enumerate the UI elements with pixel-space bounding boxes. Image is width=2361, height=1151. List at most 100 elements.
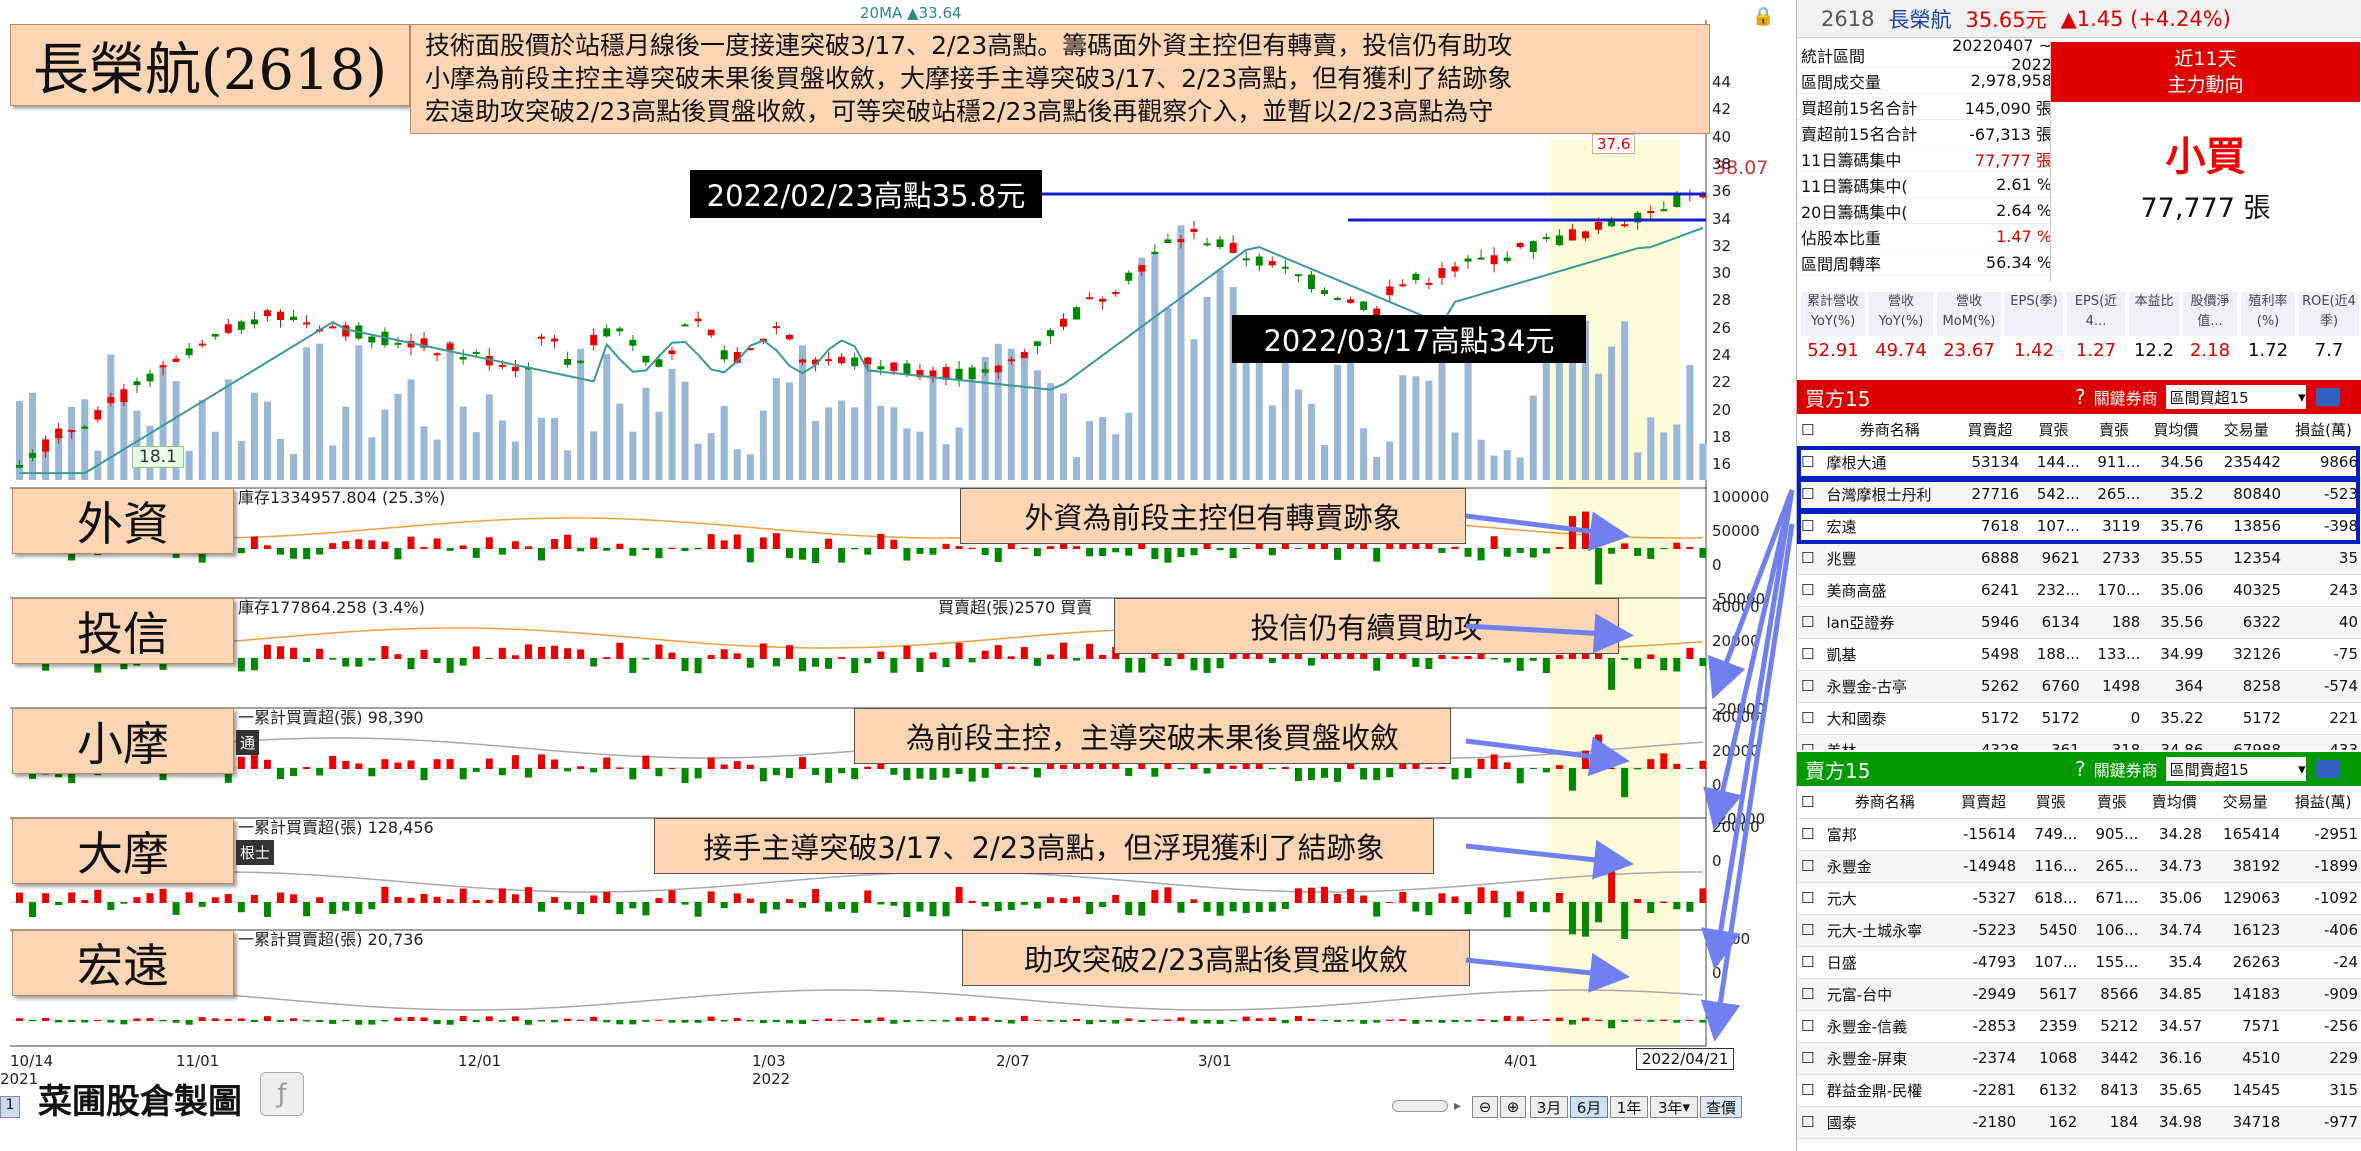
row-checkbox[interactable]: ☐ — [1797, 818, 1823, 851]
candle — [1516, 242, 1524, 248]
broker-row[interactable]: ☐ 元富-台中 -2949 5617 8566 34.85 14183 -909 — [1797, 978, 2361, 1011]
key-broker-link[interactable]: 關鍵券商 — [2094, 757, 2158, 781]
column-header[interactable]: 買張 — [2023, 414, 2084, 447]
chip-bar — [642, 548, 650, 551]
row-checkbox[interactable]: ☐ — [1797, 606, 1823, 639]
stock-name[interactable]: 長榮航 — [1888, 4, 1951, 34]
zoom-slider[interactable] — [1392, 1100, 1448, 1112]
candle — [94, 410, 102, 420]
select-all-checkbox[interactable]: ☐ — [1797, 414, 1823, 447]
row-checkbox[interactable]: ☐ — [1797, 1106, 1823, 1139]
row-checkbox[interactable]: ☐ — [1797, 914, 1823, 947]
broker-row[interactable]: ☐ 永豐金-屏東 -2374 1068 3442 36.16 4510 229 — [1797, 1042, 2361, 1075]
chip-bar — [1686, 546, 1694, 549]
chip-bar — [1621, 768, 1629, 798]
broker-row[interactable]: ☐ 兆豐 6888 9621 2733 35.55 12354 35 — [1797, 542, 2361, 575]
panel-axis-tick: 5000 — [1712, 930, 1751, 948]
select-all-checkbox[interactable]: ☐ — [1797, 786, 1823, 819]
column-header[interactable]: 交易量 — [2206, 786, 2285, 819]
broker-row[interactable]: ☐ 凱基 5498 188... 133... 34.99 32126 -75 — [1797, 638, 2361, 671]
broker-cell: -75 — [2284, 638, 2361, 671]
column-header[interactable]: 買賣超 — [1956, 414, 2024, 447]
row-checkbox[interactable]: ☐ — [1797, 850, 1823, 883]
chip-bar — [564, 534, 572, 549]
page-tab-1[interactable]: 1 — [0, 1096, 20, 1118]
volume-bar — [290, 453, 298, 480]
zoom-out-button[interactable]: ⊖ — [1472, 1096, 1498, 1118]
chip-bar — [1464, 768, 1472, 778]
broker-row[interactable]: ☐ 永豐金-信義 -2853 2359 5212 34.57 7571 -256 — [1797, 1010, 2361, 1043]
panel-axis-tick: 0 — [1712, 776, 1722, 794]
row-checkbox[interactable]: ☐ — [1797, 1042, 1823, 1075]
chip-bar — [968, 1015, 976, 1021]
lock-icon[interactable]: 🔒 — [1752, 6, 1774, 27]
broker-row[interactable]: ☐ 國泰 -2180 162 184 34.98 34718 -977 — [1797, 1106, 2361, 1139]
help-icon[interactable]: ? — [2075, 385, 2086, 409]
broker-row[interactable]: ☐ 元大 -5327 618... 671... 35.06 129063 -1092 — [1797, 882, 2361, 915]
chip-bar — [929, 652, 937, 659]
range-3m-button[interactable]: 3月 — [1530, 1096, 1568, 1118]
column-header[interactable]: 交易量 — [2207, 414, 2285, 447]
high-feb-label: 2022/02/23高點35.8元 — [690, 170, 1042, 218]
range-3y-button[interactable]: 3年 ▾ — [1650, 1096, 1698, 1118]
broker-row[interactable]: ☐ lan亞證券 5946 6134 188 35.56 6322 40 — [1797, 606, 2361, 639]
help-icon[interactable]: ? — [2075, 757, 2086, 781]
column-header[interactable]: 賣均價 — [2142, 786, 2206, 819]
volume-bar — [1399, 375, 1407, 480]
play-icon[interactable]: ▸ — [1454, 1098, 1461, 1114]
edit-icon[interactable]: ƒ — [260, 1072, 304, 1116]
row-checkbox[interactable]: ☐ — [1797, 734, 1823, 750]
row-checkbox[interactable]: ☐ — [1797, 542, 1823, 575]
broker-row[interactable]: ☐美林432836131834.8667988433 — [1797, 734, 2361, 750]
broker-row[interactable]: ☐ 日盛 -4793 107... 155... 35.4 26263 -24 — [1797, 946, 2361, 979]
broker-row[interactable]: ☐ 大和國泰 5172 5172 0 35.22 5172 221 — [1797, 702, 2361, 735]
row-checkbox[interactable]: ☐ — [1797, 978, 1823, 1011]
volume-bar — [1033, 370, 1041, 480]
chip-bar — [55, 902, 63, 906]
column-header[interactable]: 買均價 — [2144, 414, 2208, 447]
grid-icon[interactable] — [2315, 388, 2340, 406]
column-header[interactable]: 損益(萬) — [2284, 414, 2361, 447]
chip-bar — [394, 1017, 402, 1021]
column-header[interactable]: 券商名稱 — [1822, 414, 1957, 447]
column-header[interactable]: 損益(萬) — [2284, 786, 2361, 819]
row-checkbox[interactable]: ☐ — [1797, 882, 1823, 915]
column-header[interactable]: 買張 — [2020, 786, 2082, 819]
broker-cell: 35.56 — [2144, 606, 2208, 639]
broker-row[interactable]: ☐ 元大-土城永寧 -5223 5450 106... 34.74 16123 -406 — [1797, 914, 2361, 947]
broker-row[interactable]: ☐ 富邦 -15614 749... 905... 34.28 165414 -2951 — [1797, 818, 2361, 851]
broker-row[interactable]: ☐ 群益金鼎-民權 -2281 6132 8413 35.65 14545 315 — [1797, 1074, 2361, 1107]
broker-row[interactable]: ☐ 美商高盛 6241 232... 170... 35.06 40325 243 — [1797, 574, 2361, 607]
chip-bar — [772, 768, 780, 776]
buy-range-select[interactable]: 區間買超15 ▾ — [2165, 385, 2306, 409]
candle — [1529, 241, 1537, 253]
panel-label: 投信 — [12, 598, 234, 664]
grid-icon[interactable] — [2315, 760, 2340, 778]
range-1y-button[interactable]: 1年 — [1610, 1096, 1648, 1118]
row-checkbox[interactable]: ☐ — [1797, 1074, 1823, 1107]
row-checkbox[interactable]: ☐ — [1797, 574, 1823, 607]
key-broker-link[interactable]: 關鍵券商 — [2094, 385, 2158, 409]
row-checkbox[interactable]: ☐ — [1797, 946, 1823, 979]
price-axis-tick: 20 — [1712, 400, 1732, 419]
column-header[interactable]: 賣張 — [2083, 414, 2145, 447]
sell-range-select[interactable]: 區間賣超15 ▾ — [2165, 757, 2306, 781]
range-6m-button[interactable]: 6月 — [1570, 1096, 1608, 1118]
column-header[interactable]: 券商名稱 — [1822, 786, 1947, 819]
chip-bar — [1660, 901, 1668, 903]
row-checkbox[interactable]: ☐ — [1797, 670, 1823, 703]
chip-bar — [1073, 896, 1081, 903]
broker-row[interactable]: ☐ 永豐金-古亭 5262 6760 1498 364 8258 -574 — [1797, 670, 2361, 703]
broker-row[interactable]: ☐ 永豐金 -14948 116... 265... 34.73 38192 -1899 — [1797, 850, 2361, 883]
zoom-in-button[interactable]: ⊕ — [1500, 1096, 1526, 1118]
column-header[interactable]: 賣張 — [2081, 786, 2143, 819]
row-checkbox[interactable]: ☐ — [1797, 1010, 1823, 1043]
query-price-button[interactable]: 查價 — [1700, 1096, 1742, 1118]
chip-bar — [1242, 1016, 1250, 1021]
chip-bar — [1007, 766, 1015, 769]
row-checkbox[interactable]: ☐ — [1797, 638, 1823, 671]
chip-bar — [224, 1018, 232, 1021]
row-checkbox[interactable]: ☐ — [1797, 702, 1823, 735]
column-header[interactable]: 買賣超 — [1946, 786, 2021, 819]
chip-bar — [655, 644, 663, 659]
